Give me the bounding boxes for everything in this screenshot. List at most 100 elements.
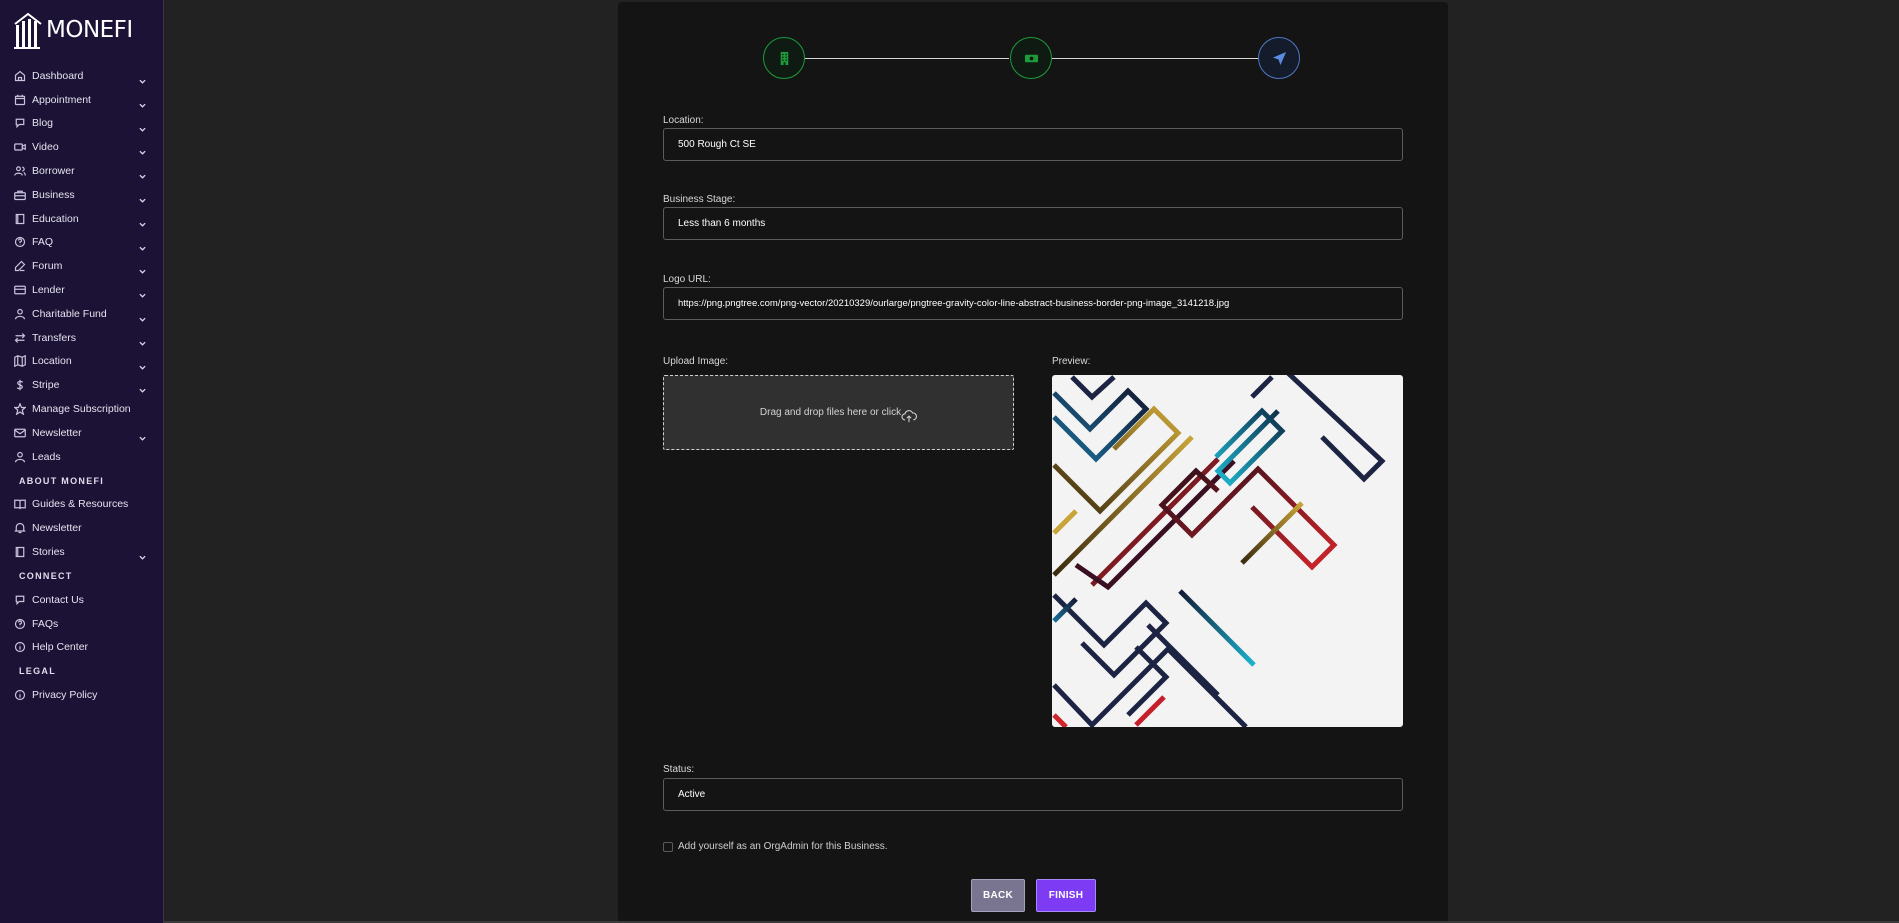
chevron-down-icon[interactable]	[139, 286, 146, 298]
chevron-down-icon[interactable]	[139, 381, 146, 394]
section-heading-about: ABOUT MONEFI	[19, 475, 105, 486]
chevron-down-icon[interactable]	[139, 310, 146, 322]
sidebar-item-label: Video	[32, 141, 59, 154]
chevron-down-icon[interactable]	[139, 358, 146, 370]
sidebar-item-privacy-policy[interactable]: Privacy Policy	[0, 683, 164, 707]
sidebar-item-label: Newsletter	[32, 522, 82, 535]
upload-dropzone[interactable]: Drag and drop files here or click	[663, 375, 1014, 450]
info-icon	[14, 641, 26, 653]
sidebar-item-blog[interactable]: Blog	[0, 112, 164, 136]
open-book-icon	[14, 498, 26, 510]
pen-icon	[14, 260, 26, 272]
sidebar-item-forum[interactable]: Forum	[0, 254, 164, 278]
question-icon	[14, 618, 26, 630]
logo-url-label: Logo URL:	[663, 274, 711, 285]
location-input[interactable]: 500 Rough Ct SE	[663, 128, 1403, 161]
sidebar-item-newsletter[interactable]: Newsletter	[0, 516, 164, 540]
location-label: Location:	[663, 115, 704, 126]
sidebar-item-dashboard[interactable]: Dashboard	[0, 64, 164, 88]
sidebar-item-label: Charitable Fund	[32, 307, 107, 320]
sidebar-item-video[interactable]: Video	[0, 135, 164, 159]
sidebar-item-label: Location	[32, 355, 72, 368]
sidebar-item-label: Stripe	[32, 379, 60, 392]
status-label: Status:	[663, 764, 695, 775]
sidebar-item-stories[interactable]: Stories	[0, 540, 164, 564]
section-heading-connect: CONNECT	[19, 570, 73, 581]
sidebar-item-charitable-fund[interactable]: Charitable Fund	[0, 302, 164, 326]
chevron-down-icon[interactable]	[139, 262, 146, 275]
sidebar-item-guides-and-resources[interactable]: Guides & Resources	[0, 493, 164, 517]
chevron-down-icon[interactable]	[139, 167, 146, 179]
status-select[interactable]: Active	[663, 778, 1403, 811]
step-details[interactable]	[1258, 37, 1300, 79]
wizard-stepper	[618, 2, 1448, 92]
section-heading-legal: LEGAL	[19, 666, 56, 677]
back-button[interactable]: BACK	[971, 879, 1025, 912]
question-icon	[14, 236, 26, 248]
sidebar-item-label: Forum	[32, 260, 63, 273]
business-stage-select[interactable]: Less than 6 months	[663, 207, 1403, 240]
chevron-down-icon[interactable]	[139, 429, 146, 441]
sidebar-item-label: Guides & Resources	[32, 498, 129, 511]
info-icon	[14, 689, 26, 701]
sidebar-item-label: Appointment	[32, 93, 91, 106]
sidebar-item-education[interactable]: Education	[0, 207, 164, 231]
logo-url-input[interactable]: https://png.pngtree.com/png-vector/20210…	[663, 287, 1403, 320]
step-financials[interactable]	[1010, 37, 1052, 79]
sidebar-item-newsletter[interactable]: Newsletter	[0, 421, 164, 445]
stepper-connector	[1052, 58, 1258, 59]
sidebar-item-contact-us[interactable]: Contact Us	[0, 588, 164, 612]
sidebar-item-label: Newsletter	[32, 426, 82, 439]
chevron-down-icon[interactable]	[139, 143, 146, 156]
chevron-down-icon[interactable]	[139, 548, 146, 560]
chevron-down-icon[interactable]	[139, 191, 146, 203]
sidebar-item-stripe[interactable]: Stripe	[0, 373, 164, 397]
sidebar-item-appointment[interactable]: Appointment	[0, 88, 164, 112]
upload-dropzone-text: Drag and drop files here or click	[759, 407, 902, 418]
preview-label: Preview:	[1052, 356, 1091, 367]
chevron-down-icon[interactable]	[139, 120, 146, 132]
chevron-down-icon[interactable]	[139, 72, 146, 84]
sidebar-item-label: Transfers	[32, 331, 76, 344]
money-icon	[1024, 54, 1038, 62]
sidebar-item-lender[interactable]: Lender	[0, 278, 164, 302]
stepper-connector	[805, 58, 1009, 59]
business-stage-label: Business Stage:	[663, 194, 736, 205]
map-icon	[14, 355, 26, 368]
bell-icon	[14, 522, 26, 534]
sidebar-item-faq[interactable]: FAQ	[0, 231, 164, 255]
sidebar-item-location[interactable]: Location	[0, 350, 164, 374]
logo-preview-image	[1052, 375, 1403, 727]
chevron-down-icon[interactable]	[139, 215, 146, 227]
sidebar: MONEFI Dashboard Appointment Blog Video Borr…	[0, 0, 164, 923]
chevron-down-icon[interactable]	[139, 96, 146, 108]
sidebar-item-label: Lender	[32, 284, 65, 297]
finish-button[interactable]: FINISH	[1036, 879, 1096, 912]
sidebar-item-label: Business	[32, 188, 75, 201]
sidebar-item-faqs[interactable]: FAQs	[0, 612, 164, 636]
chevron-down-icon[interactable]	[139, 239, 146, 251]
send-icon	[1272, 51, 1286, 65]
sidebar-item-business[interactable]: Business	[0, 183, 164, 207]
video-icon	[14, 141, 26, 153]
book-icon	[14, 546, 26, 558]
sidebar-item-label: Help Center	[32, 641, 89, 654]
sidebar-item-help-center[interactable]: Help Center	[0, 636, 164, 660]
chevron-down-icon[interactable]	[139, 334, 146, 346]
business-form-card: Location: 500 Rough Ct SE Business Stage…	[618, 2, 1448, 923]
sidebar-item-label: Stories	[32, 546, 65, 559]
sidebar-item-label: Borrower	[32, 165, 75, 178]
org-admin-checkbox[interactable]	[663, 841, 673, 852]
sidebar-item-label: Blog	[32, 117, 54, 130]
sidebar-item-manage-subscription[interactable]: Manage Subscription	[0, 397, 164, 421]
sidebar-item-leads[interactable]: Leads	[0, 445, 164, 469]
building-icon	[780, 51, 788, 65]
upload-image-label: Upload Image:	[663, 356, 729, 367]
brand-logo[interactable]: MONEFI	[13, 10, 133, 50]
step-business-info[interactable]	[763, 37, 805, 79]
org-admin-checkbox-row[interactable]: Add yourself as an OrgAdmin for this Bus…	[663, 841, 888, 852]
sidebar-item-label: Education	[32, 212, 79, 225]
sidebar-item-borrower[interactable]: Borrower	[0, 159, 164, 183]
sidebar-item-label: Manage Subscription	[32, 403, 131, 416]
sidebar-item-transfers[interactable]: Transfers	[0, 326, 164, 350]
